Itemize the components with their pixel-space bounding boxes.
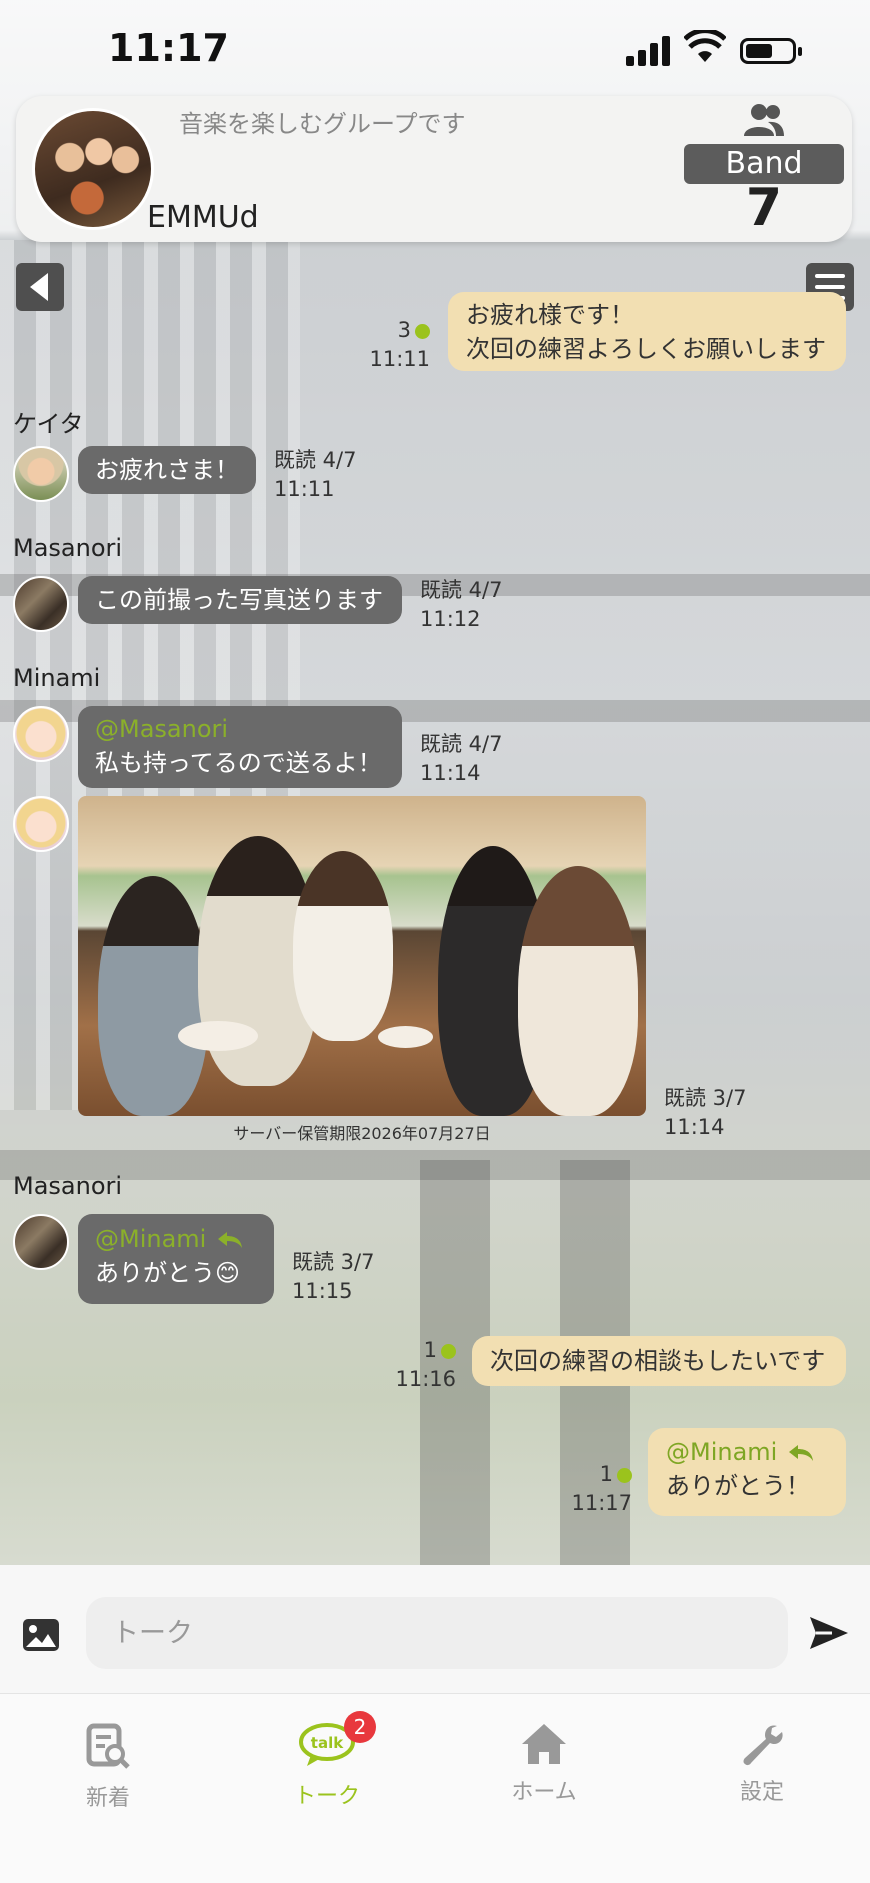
- cellular-signal-icon: [626, 36, 670, 66]
- message-meta: 既読 3/7 11:14: [664, 1084, 746, 1142]
- message-text: ありがとう！: [666, 1472, 810, 1500]
- read-dot-icon: [415, 323, 430, 339]
- sender-name: Masanori: [13, 1172, 123, 1200]
- read-status: 既読 4/7: [420, 732, 503, 756]
- message-meta: 既読 4/7 11:12: [420, 576, 502, 634]
- tab-news[interactable]: 新着: [38, 1722, 178, 1812]
- incoming-message[interactable]: @Masanori 私も持ってるので送るよ！: [78, 706, 402, 788]
- status-bar: 11:17: [0, 0, 870, 95]
- sender-name: Masanori: [13, 534, 123, 562]
- incoming-message[interactable]: @Minami ありがとう😊: [78, 1214, 274, 1304]
- tab-label: ホーム: [511, 1780, 577, 1805]
- tab-bar: 新着 talk トーク 2 ホーム 設定: [0, 1693, 870, 1883]
- read-count: 3: [397, 318, 411, 342]
- back-button[interactable]: [16, 263, 64, 311]
- avatar[interactable]: [13, 446, 69, 502]
- read-dot-icon: [617, 1467, 632, 1483]
- avatar[interactable]: [13, 796, 69, 852]
- outgoing-message[interactable]: @Minami ありがとう！: [648, 1428, 846, 1516]
- message-time: 11:11: [274, 477, 335, 501]
- read-status: 既読 4/7: [274, 448, 357, 472]
- message-meta: 1 11:17: [550, 1460, 632, 1518]
- message-meta: 既読 4/7 11:14: [420, 730, 502, 788]
- read-count: 1: [423, 1338, 437, 1362]
- message-meta: 既読 3/7 11:15: [292, 1248, 374, 1306]
- unread-badge: 2: [344, 1711, 376, 1743]
- sender-name: Minami: [13, 664, 101, 692]
- message-time: 11:16: [395, 1367, 456, 1391]
- read-dot-icon: [441, 1343, 456, 1359]
- message-text: 次回の練習よろしくお願いします: [466, 335, 826, 363]
- tab-talk[interactable]: talk トーク: [257, 1722, 397, 1810]
- mention-text[interactable]: @Minami: [95, 1225, 206, 1253]
- home-icon: [522, 1724, 566, 1764]
- avatar[interactable]: [13, 576, 69, 632]
- reply-icon: [789, 1445, 814, 1461]
- wrench-icon: [743, 1725, 783, 1766]
- status-time: 11:17: [108, 26, 229, 70]
- members-icon[interactable]: [742, 102, 786, 138]
- svg-text:talk: talk: [311, 1734, 344, 1752]
- mention-text[interactable]: @Masanori: [95, 712, 385, 746]
- message-time: 11:15: [292, 1279, 353, 1303]
- send-icon[interactable]: [808, 1613, 850, 1653]
- avatar[interactable]: [13, 1214, 69, 1270]
- talk-input[interactable]: [86, 1597, 788, 1669]
- message-meta: 既読 4/7 11:11: [274, 446, 356, 504]
- image-picker-icon[interactable]: [22, 1618, 60, 1652]
- group-description: 音楽を楽しむグループです: [179, 110, 466, 138]
- sender-name: ケイタ: [13, 410, 84, 438]
- battery-icon: [740, 38, 802, 64]
- message-meta: 3 11:11: [350, 316, 430, 374]
- read-status: 既読 3/7: [664, 1086, 747, 1110]
- message-text: 私も持ってるので送るよ！: [95, 749, 382, 777]
- news-search-icon: [86, 1723, 130, 1769]
- read-status: 既読 3/7: [292, 1250, 375, 1274]
- message-meta: 1 11:16: [380, 1336, 456, 1394]
- message-time: 11:11: [369, 347, 430, 371]
- tab-label: 設定: [739, 1780, 784, 1805]
- wifi-icon: [684, 30, 726, 62]
- photo-expiry-caption: サーバー保管期限2026年07月27日: [233, 1124, 491, 1143]
- tab-settings[interactable]: 設定: [692, 1722, 832, 1806]
- message-input-bar: [0, 1565, 870, 1693]
- message-time: 11:14: [420, 761, 481, 785]
- message-text: ありがとう😊: [95, 1259, 241, 1287]
- tab-label: 新着: [85, 1786, 130, 1811]
- read-status: 既読 4/7: [420, 578, 503, 602]
- tab-home[interactable]: ホーム: [474, 1722, 614, 1806]
- incoming-message[interactable]: お疲れさま！: [78, 446, 256, 494]
- message-text: お疲れ様です！: [466, 301, 634, 329]
- mention-text[interactable]: @Minami: [666, 1438, 777, 1466]
- member-count: 7: [745, 178, 783, 238]
- group-header[interactable]: 音楽を楽しむグループです EMMUd Band 7: [16, 96, 852, 242]
- avatar[interactable]: [13, 706, 69, 762]
- back-arrow-icon: [30, 273, 48, 301]
- shared-photo[interactable]: [78, 796, 646, 1116]
- message-time: 11:14: [664, 1115, 725, 1139]
- outgoing-message[interactable]: 次回の練習の相談もしたいです: [472, 1336, 846, 1386]
- group-name: EMMUd: [147, 200, 259, 235]
- reply-icon: [218, 1232, 243, 1248]
- message-time: 11:12: [420, 607, 481, 631]
- group-avatar[interactable]: [32, 108, 154, 230]
- incoming-message[interactable]: この前撮った写真送ります: [78, 576, 402, 624]
- outgoing-message[interactable]: お疲れ様です！ 次回の練習よろしくお願いします: [448, 292, 846, 371]
- read-count: 1: [599, 1462, 613, 1486]
- tab-label: トーク: [293, 1784, 360, 1809]
- message-time: 11:17: [571, 1491, 632, 1515]
